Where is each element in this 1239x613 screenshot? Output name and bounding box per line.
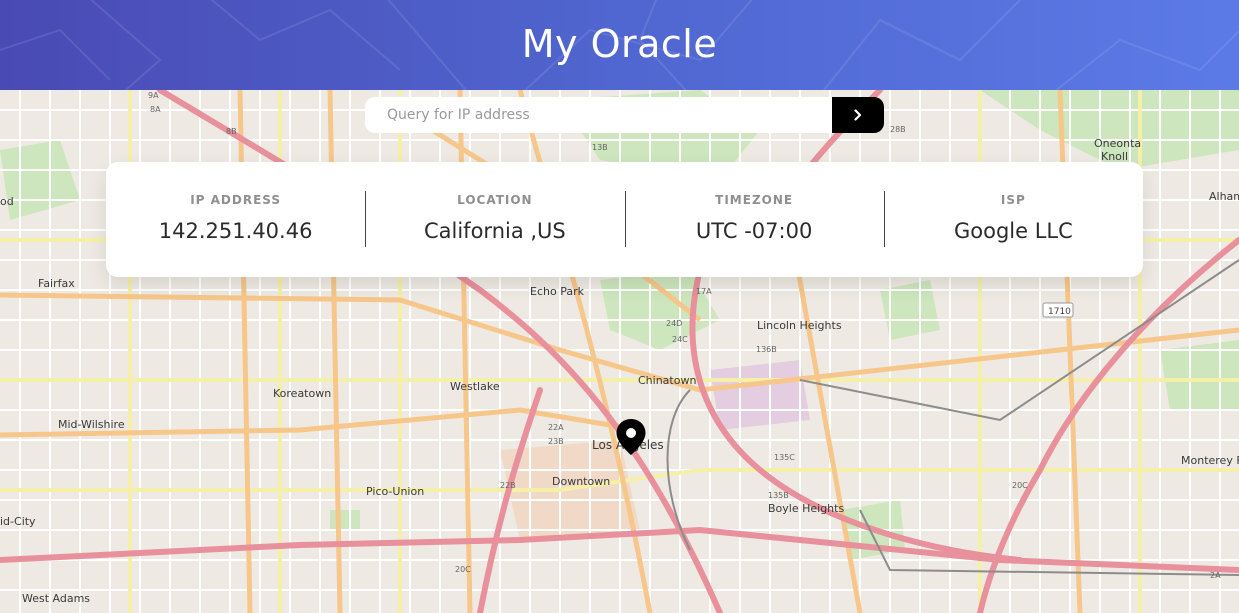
svg-text:135B: 135B [768, 491, 789, 500]
svg-text:23B: 23B [548, 437, 564, 446]
svg-text:Echo Park: Echo Park [530, 285, 585, 298]
svg-text:136B: 136B [756, 345, 777, 354]
header: My Oracle [0, 0, 1239, 90]
svg-text:9A: 9A [148, 91, 159, 100]
page: My Oracle Oneonta Knoll Alham od Fairfax… [0, 0, 1239, 613]
svg-text:8A: 8A [150, 105, 161, 114]
svg-text:Downtown: Downtown [552, 475, 610, 488]
svg-text:Boyle Heights: Boyle Heights [768, 502, 844, 515]
svg-text:2A: 2A [1210, 571, 1221, 580]
info-timezone: TIMEZONE UTC -07:00 [624, 190, 884, 249]
info-label: IP ADDRESS [190, 192, 282, 207]
svg-text:8B: 8B [226, 127, 237, 136]
search-bar [365, 97, 884, 133]
svg-text:Monterey F: Monterey F [1181, 454, 1239, 467]
svg-text:Chinatown: Chinatown [638, 374, 696, 387]
svg-text:17A: 17A [696, 287, 712, 296]
info-value: Google LLC [953, 218, 1073, 243]
svg-text:135C: 135C [774, 453, 795, 462]
svg-text:Pico-Union: Pico-Union [366, 485, 424, 498]
svg-text:24D: 24D [666, 319, 682, 328]
svg-text:West Adams: West Adams [22, 592, 90, 605]
map-marker-icon[interactable] [615, 418, 647, 456]
svg-text:Alham: Alham [1209, 190, 1239, 203]
svg-text:24C: 24C [672, 335, 688, 344]
app-title: My Oracle [521, 22, 718, 66]
info-value: UTC -07:00 [695, 218, 813, 243]
svg-text:Westlake: Westlake [450, 380, 500, 393]
info-isp: ISP Google LLC [883, 190, 1143, 249]
svg-text:20C: 20C [455, 565, 471, 574]
svg-text:22A: 22A [548, 423, 564, 432]
svg-text:20C: 20C [1012, 481, 1028, 490]
svg-text:13B: 13B [592, 143, 608, 152]
svg-text:Oneonta: Oneonta [1094, 137, 1141, 150]
svg-text:1710: 1710 [1048, 307, 1071, 317]
info-value: California ,US [423, 218, 566, 243]
svg-text:id-City: id-City [0, 515, 36, 528]
info-value: 142.251.40.46 [158, 218, 313, 243]
chevron-right-icon [854, 109, 862, 121]
svg-text:22B: 22B [500, 481, 516, 490]
info-label: ISP [1000, 192, 1026, 207]
svg-text:Lincoln Heights: Lincoln Heights [757, 319, 842, 332]
svg-text:28B: 28B [890, 125, 906, 134]
svg-text:Fairfax: Fairfax [38, 277, 75, 290]
svg-text:od: od [0, 195, 14, 208]
ip-info-card: IP ADDRESS 142.251.40.46 LOCATION Califo… [106, 162, 1143, 277]
info-ip-address: IP ADDRESS 142.251.40.46 [106, 191, 365, 249]
ip-search-input[interactable] [365, 97, 832, 133]
svg-text:Mid-Wilshire: Mid-Wilshire [58, 418, 125, 431]
info-label: TIMEZONE [715, 192, 794, 207]
search-submit-button[interactable] [832, 97, 884, 133]
svg-text:Koreatown: Koreatown [273, 387, 331, 400]
info-location: LOCATION California ,US [365, 190, 624, 249]
info-label: LOCATION [457, 192, 533, 207]
